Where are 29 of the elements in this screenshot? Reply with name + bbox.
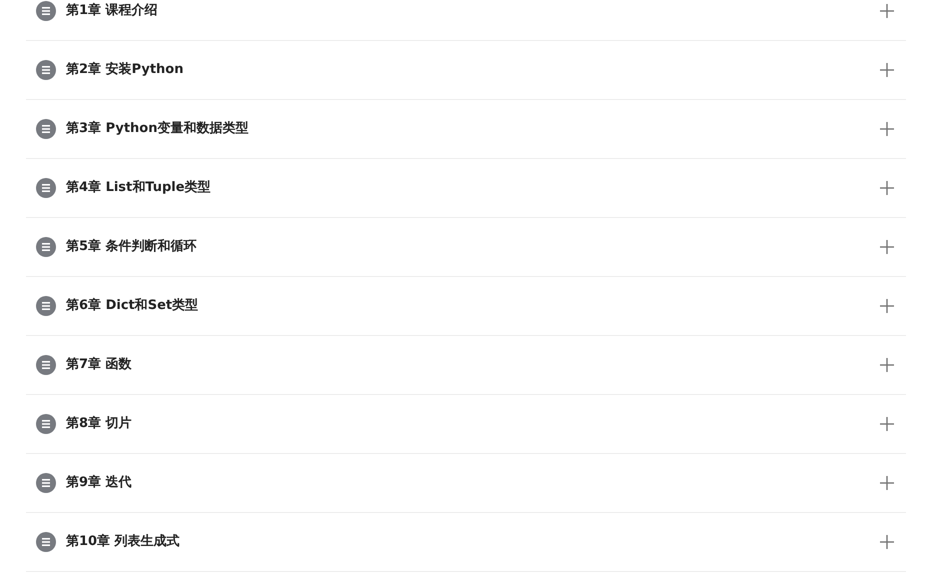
chapter-title[interactable]: 第3章 Python变量和数据类型 <box>66 119 248 139</box>
chapter-title[interactable]: 第8章 切片 <box>66 414 132 434</box>
plus-icon[interactable] <box>880 417 894 431</box>
chapter-title[interactable]: 第6章 Dict和Set类型 <box>66 296 198 316</box>
list-icon <box>36 119 56 139</box>
list-icon <box>36 296 56 316</box>
chapter-title[interactable]: 第1章 课程介绍 <box>66 1 158 21</box>
plus-icon[interactable] <box>880 358 894 372</box>
list-icon <box>36 532 56 552</box>
list-icon <box>36 355 56 375</box>
plus-icon[interactable] <box>880 63 894 77</box>
list-icon <box>36 178 56 198</box>
plus-icon[interactable] <box>880 535 894 549</box>
chapter-title[interactable]: 第9章 迭代 <box>66 473 132 493</box>
plus-icon[interactable] <box>880 299 894 313</box>
plus-icon[interactable] <box>880 181 894 195</box>
list-icon <box>36 473 56 493</box>
chapter-title[interactable]: 第10章 列表生成式 <box>66 532 180 552</box>
plus-icon[interactable] <box>880 476 894 490</box>
plus-icon[interactable] <box>880 4 894 18</box>
list-icon <box>36 60 56 80</box>
chapter-title[interactable]: 第5章 条件判断和循环 <box>66 237 197 257</box>
chapter-title[interactable]: 第2章 安装Python <box>66 60 184 80</box>
chapter-title[interactable]: 第4章 List和Tuple类型 <box>66 178 211 198</box>
chapter-title[interactable]: 第7章 函数 <box>66 355 132 375</box>
list-icon <box>36 237 56 257</box>
plus-icon[interactable] <box>880 240 894 254</box>
plus-icon[interactable] <box>880 122 894 136</box>
list-icon <box>36 414 56 434</box>
